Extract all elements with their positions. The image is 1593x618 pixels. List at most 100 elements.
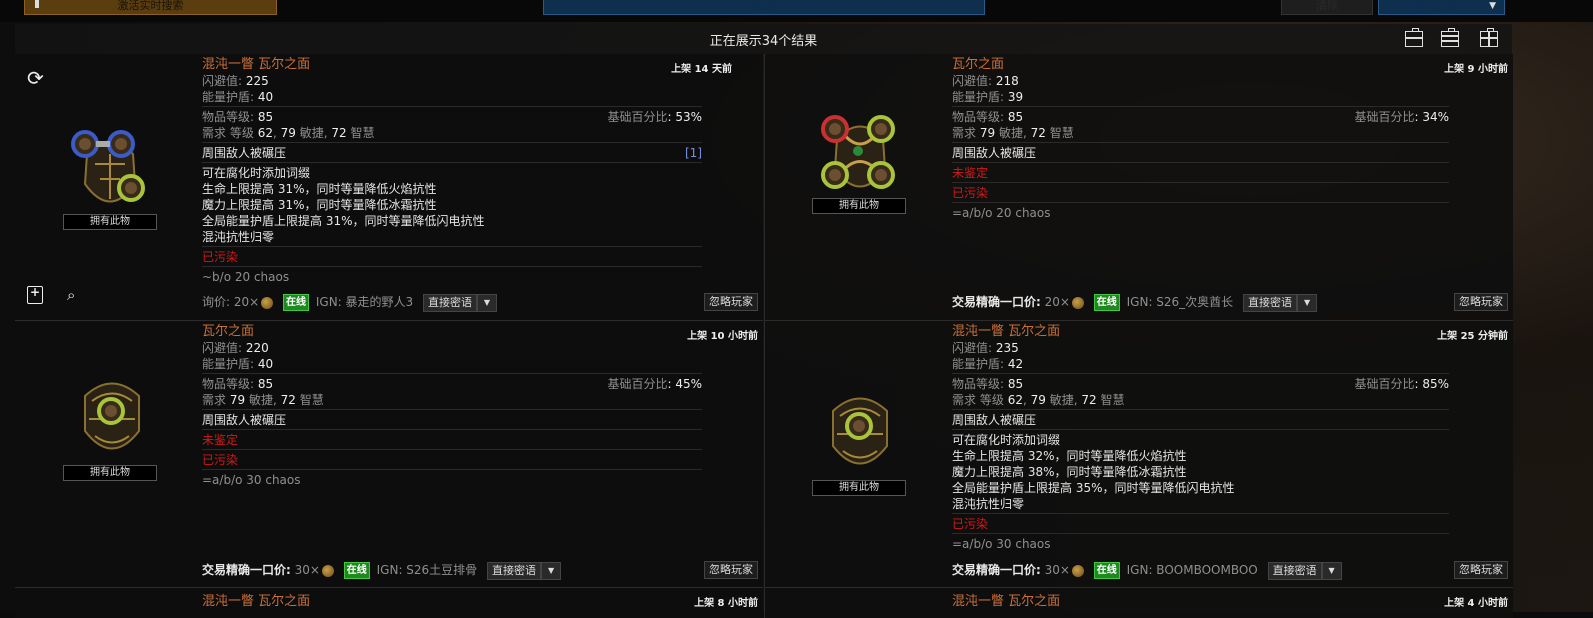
whisper-button[interactable]: 直接密语 [487,561,542,580]
es-line: 能量护盾: 40 [202,90,274,104]
chaos-orb-icon [261,296,274,309]
price-amount: 30× [1044,563,1070,577]
listed-time: 上架 4 小时前 [1444,598,1508,609]
chaos-orb-icon [1071,296,1084,309]
whisper-button[interactable]: 直接密语 [1267,561,1322,580]
show-filters-button[interactable]: 显示过滤器 ▼ [1378,0,1505,15]
listing-footer: 询价: 20× 在线 IGN: 暴走的野人3 直接密语 ▼ [202,292,497,312]
es-line: 能量护盾: 40 [202,357,274,371]
ignore-player-button[interactable]: 忽略玩家 [1454,561,1508,579]
search-person-icon[interactable]: ⌕ [67,286,75,304]
chevron-down-icon[interactable]: ▼ [1297,293,1318,312]
item-name[interactable]: 瓦尔之面 [952,56,1449,73]
evasion-line: 闪避值: 220 [202,341,269,355]
mod-line: 混沌抗性归零 [952,497,1025,511]
base-percent: 基础百分比: 45% [607,377,702,391]
chevron-down-icon[interactable]: ▼ [541,561,562,580]
own-item-label: 拥有此物 [63,214,157,230]
ilvl-line: 物品等级: 85 基础百分比: 53% [202,110,702,124]
mod-line: 可在腐化时添加词缀 [202,166,311,180]
seller-ign: IGN: BOOMBOOMBOO [1126,563,1258,577]
listed-time: 上架 9 小时前 [1444,64,1508,75]
layout-grid-icon[interactable] [1480,28,1498,47]
evasion-line: 闪避值: 225 [202,74,269,88]
layout-compact-icon[interactable] [1441,28,1459,47]
base-percent: 基础百分比: 85% [1354,377,1449,391]
price-note: =a/b/o 20 chaos [952,206,1051,220]
results-summary: 正在展示34个结果 [709,34,818,49]
evasion-line: 闪避值: 218 [952,74,1019,88]
clear-button[interactable]: 清除 [1281,0,1373,15]
mod-line: 生命上限提高 32%，同时等量降低火焰抗性 [952,449,1187,463]
chaos-orb-icon [1071,564,1084,577]
ilvl-line: 物品等级: 85 基础百分比: 85% [952,377,1449,391]
unidentified-label: 未鉴定 [952,166,989,180]
mod-line: 全局能量护盾上限提高 31%，同时等量降低闪电抗性 [202,214,485,228]
whisper-button[interactable]: 直接密语 [423,293,477,312]
online-badge: 在线 [283,294,310,311]
online-badge: 在线 [343,562,370,579]
es-line: 能量护盾: 42 [952,357,1024,371]
chevron-down-icon[interactable]: ▼ [1321,561,1342,580]
item-name[interactable]: 混沌一瞥 瓦尔之面 [202,593,310,610]
chaos-orb-icon [321,564,334,577]
price-amount: 20× [1044,295,1070,309]
item-art [832,397,888,465]
listing-card: 拥有此物 上架 9 小时前 瓦尔之面 闪避值: 218 能量护盾: 39 物品等… [764,54,1513,321]
own-item-label: 拥有此物 [812,198,906,214]
implicit-mod: 周围敌人被碾压 [202,413,287,427]
price-label: 交易精确一口价: [952,563,1041,577]
unidentified-label: 未鉴定 [202,433,239,447]
ilvl-line: 物品等级: 85 基础百分比: 34% [952,110,1449,124]
listing-card: 拥有此物 上架 10 小时前 瓦尔之面 闪避值: 220 能量护盾: 40 物品… [15,321,763,588]
price-label: 交易精确一口价: [952,295,1041,309]
item-info: 瓦尔之面 闪避值: 218 能量护盾: 39 物品等级: 85 基础百分比: 3… [952,56,1449,221]
price-label: 询价: [202,295,231,309]
price-note: =a/b/o 30 chaos [952,537,1051,551]
listing-footer: 交易精确一口价: 20× 在线 IGN: S26_次奥酋长 直接密语 ▼ [952,292,1318,312]
mod-line: 生命上限提高 31%，同时等量降低火焰抗性 [202,182,437,196]
add-note-icon[interactable] [27,285,43,304]
requirements-line: 需求 79 敏捷, 72 智慧 [952,126,1074,140]
top-toolbar: 激活实时搜索 搜索 清除 显示过滤器 ▼ [0,0,1593,22]
refresh-icon[interactable]: ⟳ [27,66,44,90]
chevron-down-icon[interactable]: ▼ [477,293,497,312]
item-name[interactable]: 瓦尔之面 [202,323,702,340]
live-search-button[interactable]: 激活实时搜索 [24,0,277,15]
results-bar: 正在展示34个结果 [15,24,1512,54]
listing-card-partial: 混沌一瞥 瓦尔之面 上架 4 小时前 [764,588,1513,618]
ignore-player-button[interactable]: 忽略玩家 [1454,293,1508,311]
implicit-mod: 周围敌人被碾压 [1] [202,146,702,160]
item-info: 混沌一瞥 瓦尔之面 闪避值: 225 能量护盾: 40 物品等级: 85 基础百… [202,56,702,285]
item-name[interactable]: 混沌一瞥 瓦尔之面 [952,593,1060,610]
item-art [84,382,140,450]
mod-line: 魔力上限提高 31%，同时等量降低冰霜抗性 [202,198,437,212]
price-amount: 20× [233,295,260,309]
seller-ign: IGN: S26_次奥酋长 [1126,295,1234,309]
listing-card: ⟳ 拥有此物 ⌕ 上架 14 天前 混沌一瞥 瓦尔之面 闪避值: 225 能量护… [15,54,763,321]
whisper-button[interactable]: 直接密语 [1243,293,1298,312]
item-name[interactable]: 混沌一瞥 瓦尔之面 [952,323,1449,340]
corrupted-label: 已污染 [952,517,989,531]
price-note: =a/b/o 30 chaos [202,473,301,487]
corrupted-label: 已污染 [202,250,239,264]
es-line: 能量护盾: 39 [952,90,1024,104]
price-note: ~b/o 20 chaos [202,270,290,284]
ignore-player-button[interactable]: 忽略玩家 [704,293,758,311]
evasion-line: 闪避值: 235 [952,341,1019,355]
item-art [821,115,895,189]
price-amount: 30× [294,563,320,577]
item-info: 瓦尔之面 闪避值: 220 能量护盾: 40 物品等级: 85 基础百分比: 4… [202,323,702,488]
layout-list-icon[interactable] [1405,28,1423,47]
mod-index: [1] [685,146,702,160]
mod-line: 全局能量护盾上限提高 35%，同时等量降低闪电抗性 [952,481,1235,495]
own-item-label: 拥有此物 [812,480,906,496]
listing-card-partial: 混沌一瞥 瓦尔之面 上架 8 小时前 [15,588,763,618]
base-percent: 基础百分比: 53% [607,110,702,124]
ignore-player-button[interactable]: 忽略玩家 [704,561,758,579]
live-icon [35,0,39,8]
online-badge: 在线 [1093,562,1120,579]
mod-line: 可在腐化时添加词缀 [952,433,1061,447]
item-name[interactable]: 混沌一瞥 瓦尔之面 [202,56,702,73]
search-button[interactable]: 搜索 [543,0,985,15]
